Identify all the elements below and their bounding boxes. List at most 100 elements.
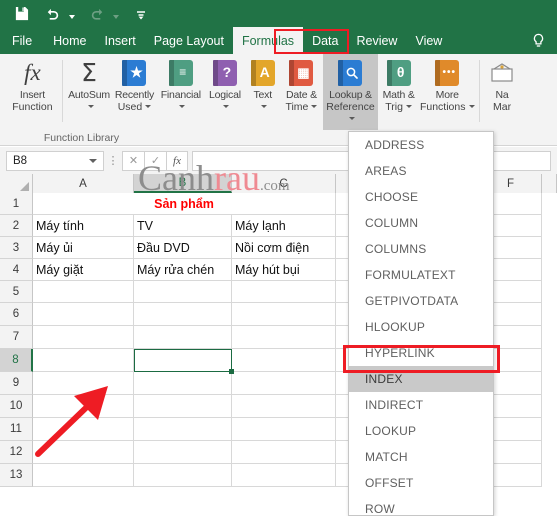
cell-b12[interactable] <box>134 441 232 464</box>
cell-a13[interactable] <box>33 464 134 487</box>
cell-c12[interactable] <box>232 441 336 464</box>
row-header-6[interactable]: 6 <box>0 303 33 326</box>
undo-icon[interactable] <box>40 1 66 27</box>
row-header-1[interactable]: 1 <box>0 193 33 215</box>
column-header-b[interactable]: B <box>134 174 232 193</box>
cell-b4[interactable]: Máy rửa chén <box>134 259 232 281</box>
menu-item-indirect[interactable]: INDIRECT <box>349 392 493 418</box>
cell-c4[interactable]: Máy hút bụi <box>232 259 336 281</box>
column-header-g[interactable] <box>542 174 557 193</box>
selected-cell-b8[interactable] <box>134 349 232 372</box>
row-header-9[interactable]: 9 <box>0 372 33 395</box>
menu-item-row[interactable]: ROW <box>349 496 493 515</box>
menu-item-index[interactable]: INDEX <box>349 366 493 392</box>
cell-a9[interactable] <box>33 372 134 395</box>
select-all-corner[interactable] <box>0 174 33 193</box>
cell-b5[interactable] <box>134 281 232 303</box>
row-header-7[interactable]: 7 <box>0 326 33 349</box>
column-header-c[interactable]: C <box>232 174 336 193</box>
cell-b2[interactable]: TV <box>134 215 232 237</box>
cell-c13[interactable] <box>232 464 336 487</box>
undo-dropdown-caret[interactable] <box>66 1 78 27</box>
row-header-8[interactable]: 8 <box>0 349 33 372</box>
cell-a10[interactable] <box>33 395 134 418</box>
menu-item-hyperlink[interactable]: HYPERLINK <box>349 340 493 366</box>
insert-function-icon[interactable]: fx <box>166 150 188 171</box>
menu-item-choose[interactable]: CHOOSE <box>349 184 493 210</box>
autosum-dropdown-caret[interactable] <box>85 102 94 114</box>
cell-a4[interactable]: Máy giặt <box>33 259 134 281</box>
tab-data[interactable]: Data <box>303 27 347 54</box>
cell-b3[interactable]: Đầu DVD <box>134 237 232 259</box>
text-dropdown-caret[interactable] <box>258 102 268 114</box>
cell-c6[interactable] <box>232 303 336 326</box>
customize-quick-access-toolbar-icon[interactable] <box>128 1 154 27</box>
cell-a5[interactable] <box>33 281 134 303</box>
math-and-trig-button[interactable]: θ Math & Trig <box>378 54 419 130</box>
menu-item-match[interactable]: MATCH <box>349 444 493 470</box>
row-header-4[interactable]: 4 <box>0 259 33 281</box>
cell-c9[interactable] <box>232 372 336 395</box>
text-button[interactable]: A Text <box>246 54 280 130</box>
cell-a8[interactable] <box>33 349 134 372</box>
row-header-13[interactable]: 13 <box>0 464 33 487</box>
cancel-icon[interactable]: ✕ <box>122 150 144 171</box>
row-header-2[interactable]: 2 <box>0 215 33 237</box>
cell-a2[interactable]: Máy tính <box>33 215 134 237</box>
menu-item-getpivotdata[interactable]: GETPIVOTDATA <box>349 288 493 314</box>
fill-handle[interactable] <box>229 369 234 374</box>
menu-item-areas[interactable]: AREAS <box>349 158 493 184</box>
cell-a6[interactable] <box>33 303 134 326</box>
name-box-caret-icon[interactable] <box>89 158 97 163</box>
row-header-12[interactable]: 12 <box>0 441 33 464</box>
logical-button[interactable]: ? Logical <box>204 54 245 130</box>
cell-b7[interactable] <box>134 326 232 349</box>
name-manager-button[interactable]: Na Mar <box>484 54 520 130</box>
recently-used-dropdown-caret[interactable] <box>145 105 152 109</box>
cell-a3[interactable]: Máy ủi <box>33 237 134 259</box>
menu-item-column[interactable]: COLUMN <box>349 210 493 236</box>
tab-home[interactable]: Home <box>44 27 95 54</box>
row-header-3[interactable]: 3 <box>0 237 33 259</box>
tab-review[interactable]: Review <box>347 27 406 54</box>
check-icon[interactable]: ✓ <box>144 150 166 171</box>
tab-view[interactable]: View <box>406 27 451 54</box>
save-icon[interactable] <box>8 1 34 27</box>
recently-used-button[interactable]: ★ Recently Used <box>112 54 158 130</box>
date-and-time-button[interactable]: ▦ Date & Time <box>280 54 323 130</box>
tab-formulas[interactable]: Formulas <box>232 27 304 54</box>
autosum-button[interactable]: Σ AutoSum <box>67 54 112 130</box>
lightbulb-icon[interactable] <box>525 27 551 54</box>
tab-page-layout[interactable]: Page Layout <box>145 27 233 54</box>
more-functions-dropdown-caret[interactable] <box>468 105 475 109</box>
more-functions-button[interactable]: ••• More Functions <box>419 54 475 130</box>
cell-a12[interactable] <box>33 441 134 464</box>
cell-c10[interactable] <box>232 395 336 418</box>
row-header-10[interactable]: 10 <box>0 395 33 418</box>
cell-c5[interactable] <box>232 281 336 303</box>
logical-dropdown-caret[interactable] <box>220 102 230 114</box>
insert-function-button[interactable]: fx Insert Function <box>7 54 57 130</box>
menu-item-formulatext[interactable]: FORMULATEXT <box>349 262 493 288</box>
cell-c11[interactable] <box>232 418 336 441</box>
cell-b13[interactable] <box>134 464 232 487</box>
cell-a1-merged-header[interactable]: Sản phẩm <box>33 193 336 215</box>
cell-b10[interactable] <box>134 395 232 418</box>
cell-c8[interactable] <box>232 349 336 372</box>
menu-item-offset[interactable]: OFFSET <box>349 470 493 496</box>
date-and-time-dropdown-caret[interactable] <box>311 105 318 109</box>
row-header-11[interactable]: 11 <box>0 418 33 441</box>
row-header-5[interactable]: 5 <box>0 281 33 303</box>
menu-item-hlookup[interactable]: HLOOKUP <box>349 314 493 340</box>
cell-b9[interactable] <box>134 372 232 395</box>
cell-a7[interactable] <box>33 326 134 349</box>
cell-a11[interactable] <box>33 418 134 441</box>
math-and-trig-dropdown-caret[interactable] <box>405 105 412 109</box>
cell-b11[interactable] <box>134 418 232 441</box>
menu-item-lookup[interactable]: LOOKUP <box>349 418 493 444</box>
financial-button[interactable]: ≡ Financial <box>157 54 204 130</box>
financial-dropdown-caret[interactable] <box>176 102 186 114</box>
cell-c7[interactable] <box>232 326 336 349</box>
tab-insert[interactable]: Insert <box>96 27 145 54</box>
name-box[interactable]: B8 <box>6 150 104 171</box>
